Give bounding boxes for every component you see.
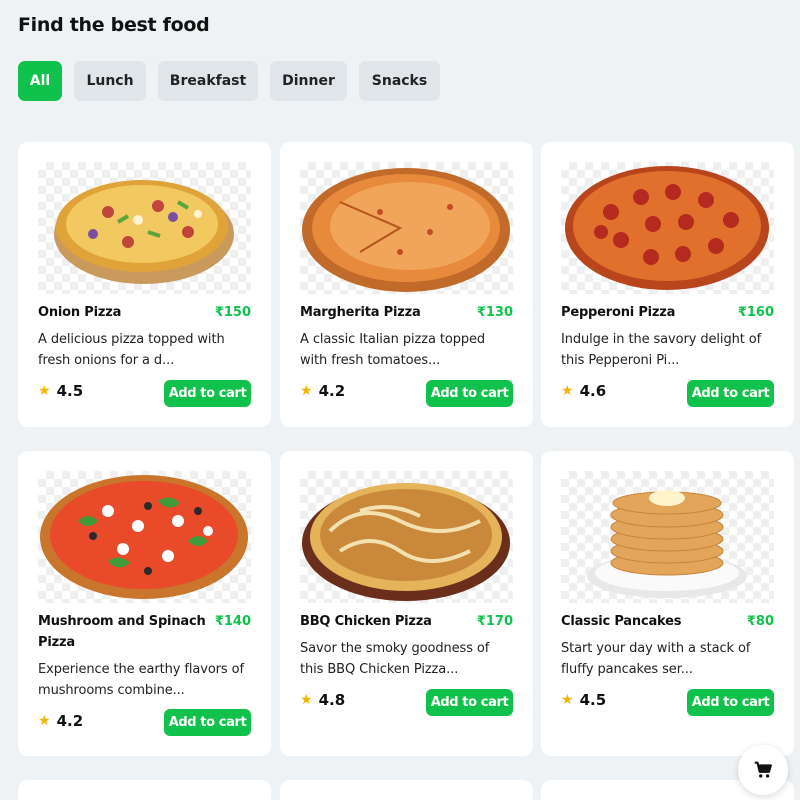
food-rating: ★ 4.5 [561,691,606,709]
category-filters: All Lunch Breakfast Dinner Snacks [18,61,452,101]
food-image [300,162,513,294]
food-price: ₹170 [476,614,513,629]
food-image [561,471,774,603]
food-image [38,162,251,294]
food-image [300,471,513,603]
star-icon: ★ [561,383,574,399]
filter-snacks[interactable]: Snacks [359,61,440,101]
add-to-cart-button[interactable]: Add to cart [687,380,774,407]
rating-value: 4.5 [56,382,84,400]
star-icon: ★ [561,692,574,708]
food-name: Mushroom and Spinach Pizza [38,614,206,650]
filter-lunch[interactable]: Lunch [74,61,146,101]
food-card[interactable] [280,780,533,800]
rating-value: 4.5 [579,691,607,709]
food-rating: ★ 4.8 [300,691,345,709]
food-price: ₹160 [737,305,774,320]
food-description: A classic Italian pizza topped with fres… [300,332,486,368]
food-description: Indulge in the savory delight of this Pe… [561,332,762,368]
food-rating: ★ 4.6 [561,382,606,400]
food-card[interactable]: Pepperoni Pizza ₹160 Indulge in the savo… [541,142,794,427]
star-icon: ★ [300,383,313,399]
food-price: ₹140 [214,614,251,629]
shopping-cart-icon [754,761,772,778]
food-name: BBQ Chicken Pizza [300,614,432,629]
food-rating: ★ 4.2 [300,382,345,400]
food-description: Start your day with a stack of fluffy pa… [561,641,751,677]
rating-value: 4.2 [56,712,84,730]
food-image [38,471,251,603]
food-rating: ★ 4.2 [38,712,83,730]
food-name: Pepperoni Pizza [561,305,676,320]
cart-button[interactable] [738,745,788,795]
add-to-cart-button[interactable]: Add to cart [687,689,774,716]
food-description: Experience the earthy flavors of mushroo… [38,662,244,698]
food-card[interactable]: Classic Pancakes ₹80 Start your day with… [541,451,794,756]
food-name: Onion Pizza [38,305,122,320]
food-card[interactable]: Onion Pizza ₹150 A delicious pizza toppe… [18,142,271,427]
rating-value: 4.6 [579,382,607,400]
rating-value: 4.8 [318,691,346,709]
star-icon: ★ [300,692,313,708]
food-card[interactable]: Mushroom and Spinach Pizza ₹140 Experien… [18,451,271,756]
filter-all[interactable]: All [18,61,62,101]
food-image [561,162,774,294]
food-card[interactable] [18,780,271,800]
filter-breakfast[interactable]: Breakfast [158,61,258,101]
add-to-cart-button[interactable]: Add to cart [426,380,513,407]
add-to-cart-button[interactable]: Add to cart [164,709,251,736]
food-rating: ★ 4.5 [38,382,83,400]
filter-dinner[interactable]: Dinner [270,61,347,101]
food-description: Savor the smoky goodness of this BBQ Chi… [300,641,490,677]
star-icon: ★ [38,383,51,399]
food-price: ₹80 [746,614,774,629]
food-card[interactable]: Margherita Pizza ₹130 A classic Italian … [280,142,533,427]
star-icon: ★ [38,713,51,729]
page-title: Find the best food [18,14,210,36]
food-card[interactable]: BBQ Chicken Pizza ₹170 Savor the smoky g… [280,451,533,756]
food-price: ₹130 [476,305,513,320]
food-price: ₹150 [214,305,251,320]
food-description: A delicious pizza topped with fresh onio… [38,332,225,368]
food-name: Classic Pancakes [561,614,682,629]
rating-value: 4.2 [318,382,346,400]
add-to-cart-button[interactable]: Add to cart [164,380,251,407]
add-to-cart-button[interactable]: Add to cart [426,689,513,716]
food-name: Margherita Pizza [300,305,421,320]
